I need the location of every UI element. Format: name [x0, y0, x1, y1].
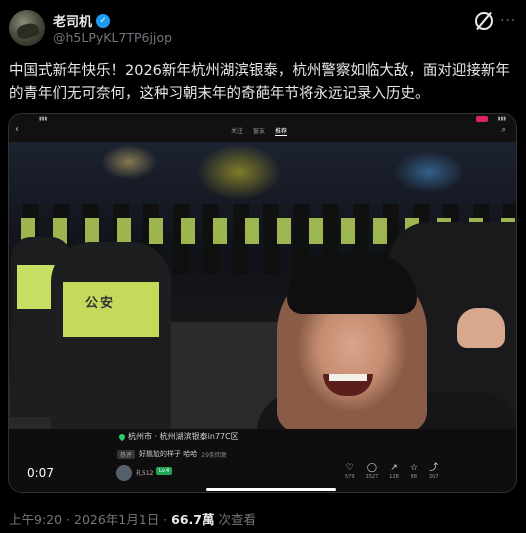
like-icon: ♡: [345, 463, 354, 473]
tweet-text: 中国式新年快乐！2026新年杭州湖滨银泰，杭州警察如临大敌，面对迎接新年的青年们…: [9, 63, 510, 102]
like-count: 579: [345, 474, 355, 480]
verified-badge-icon: ✓: [96, 13, 111, 28]
like-action[interactable]: ♡ 579: [345, 463, 355, 480]
status-icons: ▮▮▮: [497, 116, 506, 122]
author-display-name[interactable]: 老司机: [53, 11, 92, 30]
video-actions: ♡ 579 ◯ 3527 ↗ 128 ☆ 88 ⤴ 307: [345, 463, 438, 480]
video-tab[interactable]: 关注: [231, 126, 243, 136]
avatar[interactable]: [9, 10, 45, 46]
star-action[interactable]: ☆ 88: [410, 463, 418, 480]
video-player[interactable]: ▮▮▮ ▮▮▮ ‹ 关注 窗友 推荐 ⌕ 公安 杭州市 · 杭州湖滨银泰in77…: [8, 113, 517, 493]
officer: 公安: [51, 242, 171, 432]
location-text: 杭州市 · 杭州湖滨银泰in77C区: [128, 432, 239, 441]
star-icon: ☆: [409, 463, 418, 473]
video-tab[interactable]: 窗友: [253, 126, 265, 136]
location-pin-icon: [117, 432, 127, 441]
smiling-person: [277, 254, 427, 432]
search-icon[interactable]: ⌕: [502, 125, 506, 135]
caption-tag: 热评: [117, 449, 136, 459]
author-name-row[interactable]: 老司机 ✓: [53, 11, 111, 30]
tweet-meta: 上午9:20 · 2026年1月1日 · 66.7萬 次查看: [9, 509, 256, 528]
video-frame: 公安: [9, 142, 516, 432]
caption-views: 29条回复: [201, 451, 227, 459]
star-count: 88: [410, 474, 418, 480]
video-top-bar: ▮▮▮ ▮▮▮ ‹ 关注 窗友 推荐 ⌕: [9, 114, 516, 142]
video-user-name[interactable]: 礼512: [136, 468, 153, 477]
video-user-avatar[interactable]: [116, 465, 132, 481]
location-tag[interactable]: 杭州市 · 杭州湖滨银泰in77C区: [117, 431, 239, 442]
status-badge: [476, 116, 488, 122]
vest-lettering: 公安: [85, 296, 116, 311]
view-count: 66.7萬: [171, 512, 215, 527]
share-icon: ↗: [390, 463, 398, 473]
grok-icon[interactable]: [475, 12, 493, 30]
author-handle[interactable]: @h5LPyKL7TP6jjop: [53, 30, 172, 45]
forward-count: 307: [428, 474, 439, 480]
caption-text: 好尴尬的样子 哈哈: [139, 450, 198, 458]
caption-row: 热评 好尴尬的样子 哈哈 29条回复: [117, 449, 227, 459]
video-progress-bar[interactable]: [206, 488, 336, 491]
forward-action[interactable]: ⤴ 307: [429, 463, 439, 480]
comment-icon: ◯: [366, 463, 377, 473]
more-icon[interactable]: ···: [500, 13, 516, 29]
status-bar-time: ▮▮▮: [39, 116, 48, 122]
forward-icon: ⤴: [429, 463, 439, 473]
video-user-badge: Lv.4: [156, 467, 173, 475]
tweet-timestamp[interactable]: 上午9:20 · 2026年1月1日 ·: [9, 512, 171, 527]
video-tab-active[interactable]: 推荐: [275, 126, 288, 136]
back-arrow-icon[interactable]: ‹: [15, 124, 19, 135]
video-timestamp: 0:07: [27, 466, 54, 480]
hand: [457, 308, 505, 348]
comment-count: 3527: [365, 474, 379, 480]
video-tabs: 关注 窗友 推荐: [231, 126, 288, 136]
share-count: 128: [389, 474, 399, 480]
video-info-bar: 杭州市 · 杭州湖滨银泰in77C区 热评 好尴尬的样子 哈哈 29条回复 0:…: [9, 429, 516, 492]
comment-action[interactable]: ◯ 3527: [366, 463, 379, 480]
view-label: 次查看: [214, 512, 256, 527]
share-action[interactable]: ↗ 128: [389, 463, 399, 480]
